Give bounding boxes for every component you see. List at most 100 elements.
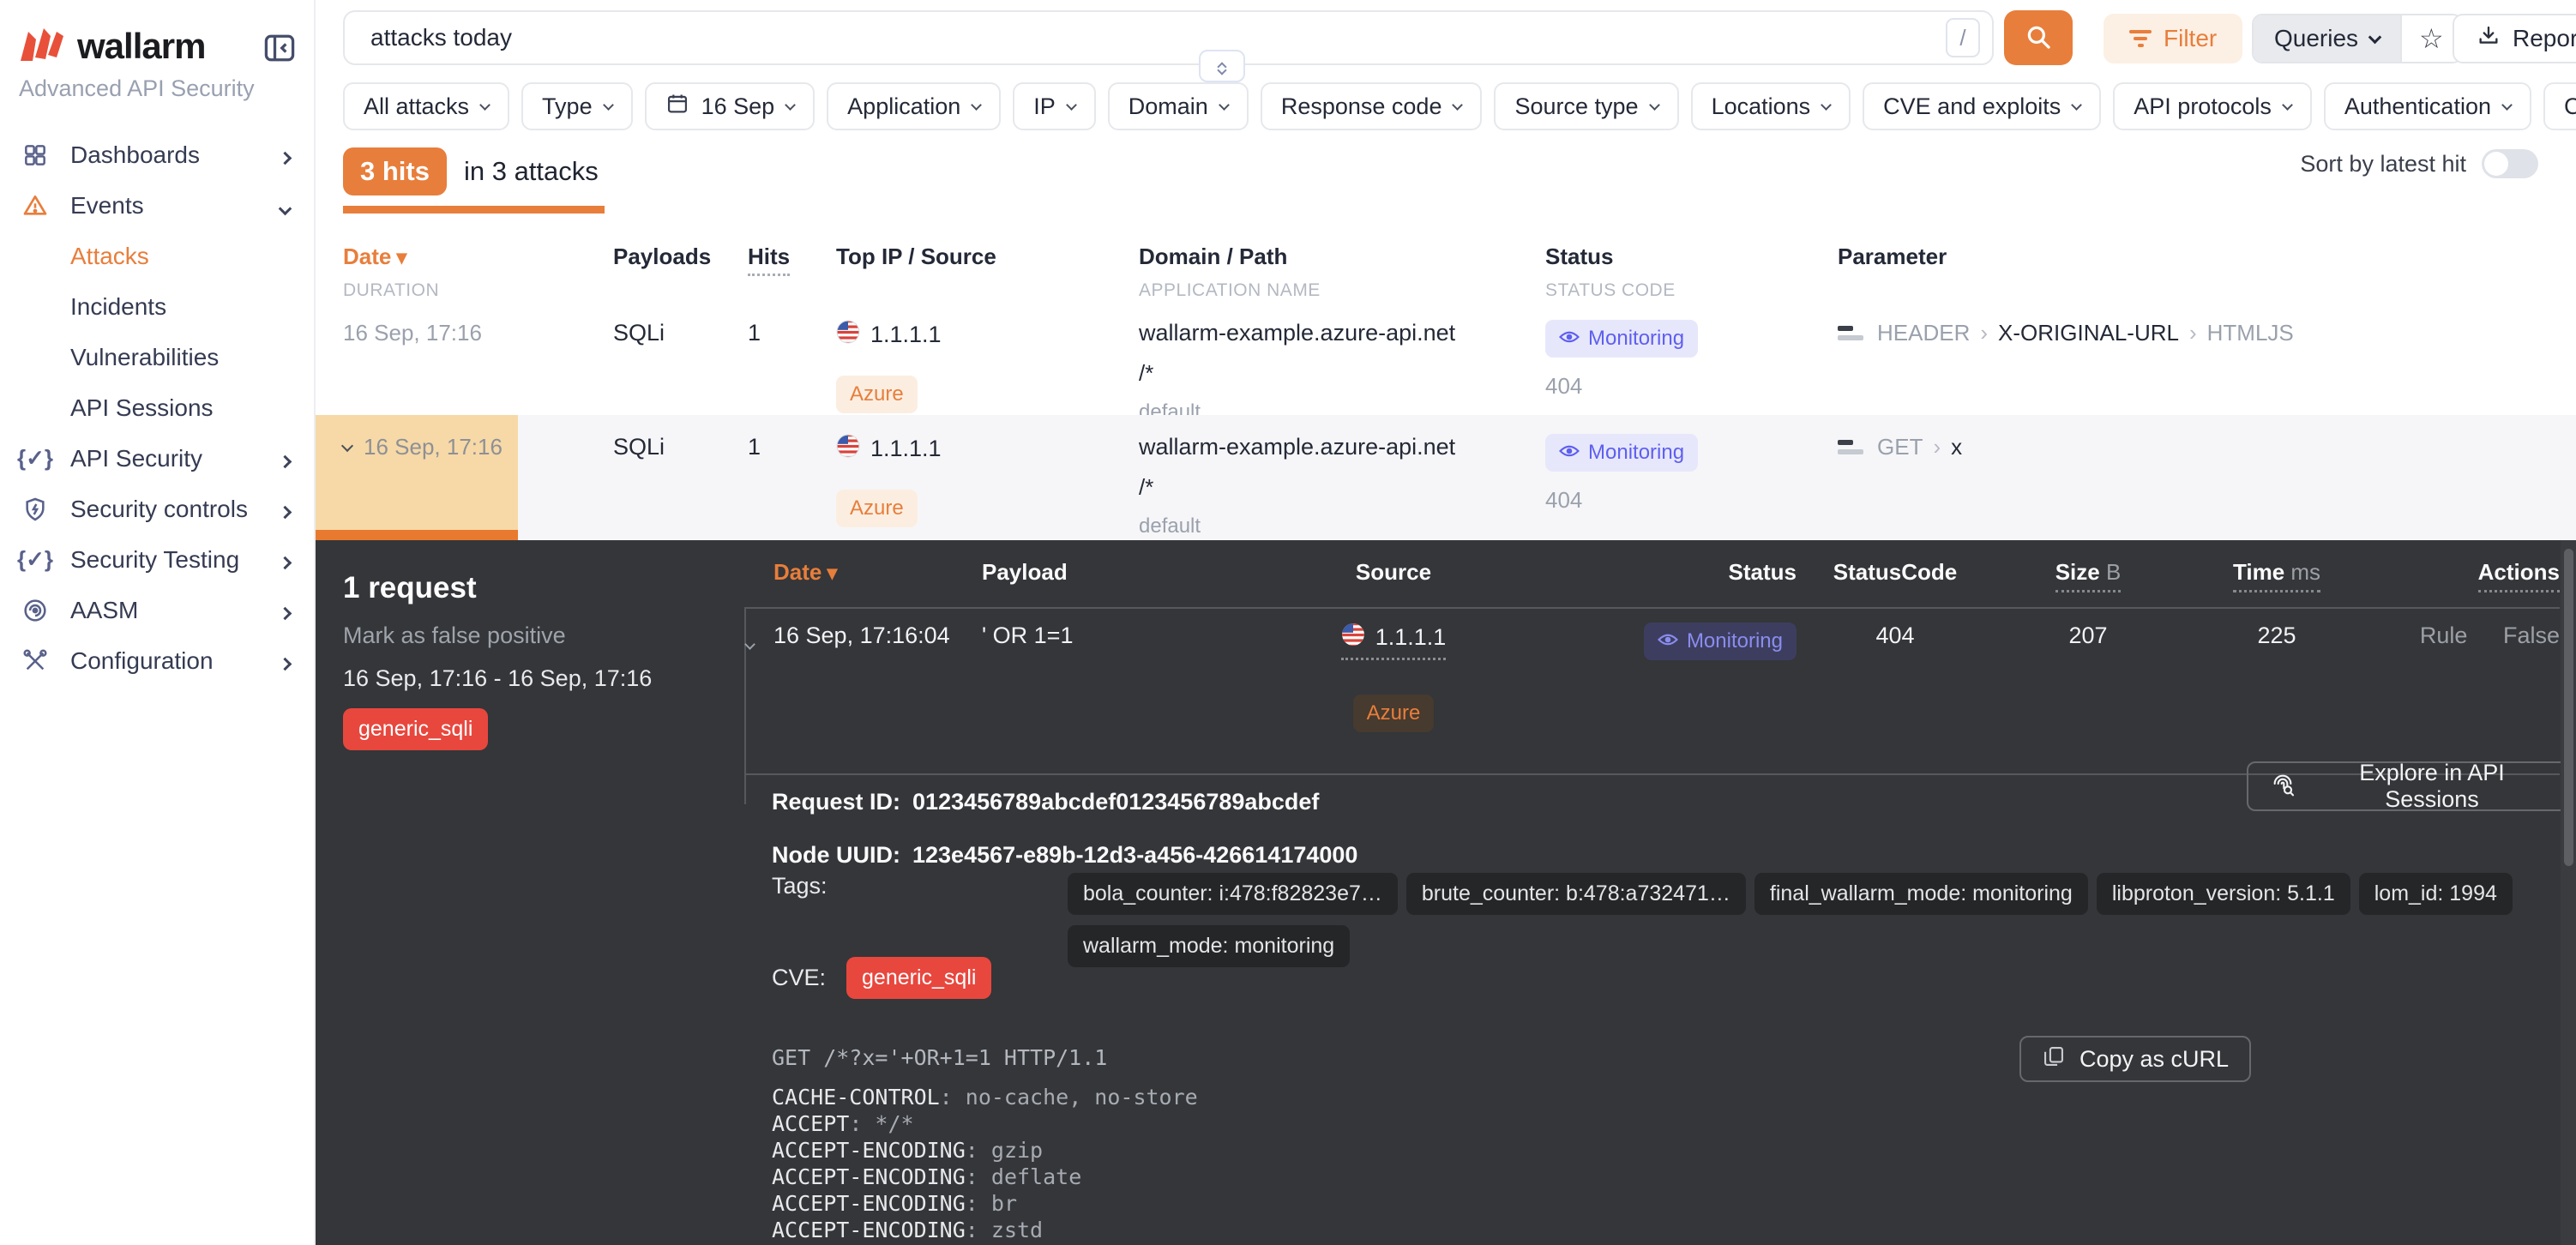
tag-badge: brute_counter: b:478:a732471… bbox=[1406, 873, 1746, 915]
chevron-down-icon[interactable] bbox=[341, 439, 353, 451]
param-location: GET bbox=[1877, 434, 1923, 460]
column-header-time[interactable]: Time ms bbox=[2233, 559, 2320, 592]
attack-ip[interactable]: 1.1.1.1 bbox=[870, 436, 942, 462]
sort-toggle[interactable] bbox=[2482, 149, 2538, 178]
filter-chip-domain[interactable]: Domain bbox=[1108, 82, 1249, 130]
filter-chip-compare-to[interactable]: Compare to... bbox=[2543, 82, 2576, 130]
topbar: / Filter Queries ☆ bbox=[316, 0, 2576, 79]
sidebar-item-configuration[interactable]: Configuration bbox=[0, 635, 314, 686]
attacks-table-header: Date▾ Payloads Hits Top IP / Source Doma… bbox=[316, 240, 2576, 301]
filter-chip-date[interactable]: 16 Sep bbox=[645, 82, 816, 130]
http-request-block: GET /*?x='+OR+1=1 HTTP/1.1 CACHE-CONTROL… bbox=[772, 1044, 1198, 1245]
filter-button[interactable]: Filter bbox=[2104, 14, 2242, 63]
http-header: ACCEPT-ENCODING: gzip bbox=[772, 1137, 1198, 1164]
attack-row[interactable]: 16 Sep, 17:16 SQLi 1 bbox=[316, 301, 2576, 415]
filter-chip-source-type[interactable]: Source type bbox=[1494, 82, 1678, 130]
column-header-size[interactable]: Size B bbox=[2055, 559, 2122, 592]
fingerprint-search-icon bbox=[2269, 770, 2296, 803]
node-uuid-value: 123e4567-e89b-12d3-a456-426614174000 bbox=[912, 842, 1357, 868]
eye-icon bbox=[1559, 441, 1580, 465]
sidebar-item-events[interactable]: Events bbox=[0, 180, 314, 231]
tag-badge: bola_counter: i:478:f82823e7… bbox=[1068, 873, 1398, 915]
sidebar-item-label: Vulnerabilities bbox=[70, 344, 219, 371]
search-button[interactable] bbox=[2004, 10, 2073, 65]
attack-ip[interactable]: 1.1.1.1 bbox=[870, 322, 942, 348]
scrollbar-thumb[interactable] bbox=[2564, 549, 2573, 866]
sidebar-item-security-testing[interactable]: {✓} Security Testing bbox=[0, 534, 314, 585]
sidebar-item-incidents[interactable]: Incidents bbox=[0, 281, 314, 332]
chevron-down-icon bbox=[2282, 99, 2293, 111]
queries-label: Queries bbox=[2274, 25, 2358, 52]
attack-date: 16 Sep, 17:16 bbox=[343, 320, 482, 346]
filter-chip-application[interactable]: Application bbox=[827, 82, 1001, 130]
tag-badge: libproton_version: 5.1.1 bbox=[2097, 873, 2350, 915]
filter-chip-type[interactable]: Type bbox=[521, 82, 633, 130]
http-header: ACCEPT: */* bbox=[772, 1110, 1198, 1137]
explore-api-sessions-button[interactable]: Explore in API Sessions bbox=[2247, 761, 2576, 811]
column-header-date[interactable]: Date▾ bbox=[773, 559, 837, 585]
request-row[interactable]: 16 Sep, 17:16:04 ' OR 1=1 bbox=[746, 622, 2560, 732]
attack-status-code: 404 bbox=[1545, 487, 1838, 514]
panel-scrollbar bbox=[2561, 540, 2576, 1245]
filters-expander[interactable] bbox=[1199, 50, 1245, 82]
chip-label: Response code bbox=[1281, 93, 1442, 120]
active-tab-indicator bbox=[343, 206, 605, 214]
filter-chip-locations[interactable]: Locations bbox=[1691, 82, 1851, 130]
chevron-down-icon bbox=[2368, 30, 2382, 44]
request-status-code: 404 bbox=[1797, 622, 1994, 649]
subheader-application-name: APPLICATION NAME bbox=[1139, 280, 1321, 300]
filter-chip-all-attacks[interactable]: All attacks bbox=[343, 82, 509, 130]
sidebar-item-security-controls[interactable]: Security controls bbox=[0, 484, 314, 534]
chevron-down-icon bbox=[603, 99, 614, 111]
attack-path: /* bbox=[1139, 360, 1545, 387]
action-rule-link[interactable]: Rule bbox=[2420, 622, 2468, 648]
request-source-ip[interactable]: 1.1.1.1 bbox=[1341, 622, 1447, 660]
action-false-link[interactable]: False bbox=[2503, 622, 2560, 648]
sidebar-item-label: Incidents bbox=[70, 293, 166, 321]
filter-chip-api-protocols[interactable]: API protocols bbox=[2113, 82, 2312, 130]
sidebar-item-api-security[interactable]: {✓} API Security bbox=[0, 433, 314, 484]
hits-tab[interactable]: 3 hits in 3 attacks bbox=[343, 147, 599, 195]
tag-badge: final_wallarm_mode: monitoring bbox=[1754, 873, 2088, 915]
attack-status-code: 404 bbox=[1545, 373, 1838, 400]
filter-chip-response-code[interactable]: Response code bbox=[1261, 82, 1483, 130]
explore-button-label: Explore in API Sessions bbox=[2310, 760, 2554, 813]
column-header-hits[interactable]: Hits bbox=[748, 244, 790, 276]
filter-chip-ip[interactable]: IP bbox=[1013, 82, 1096, 130]
report-dropdown[interactable]: Report bbox=[2453, 14, 2576, 63]
collapse-sidebar-button[interactable] bbox=[261, 29, 298, 67]
sidebar-item-attacks[interactable]: Attacks bbox=[0, 231, 314, 281]
request-id-line: Request ID:0123456789abcdef0123456789abc… bbox=[772, 789, 1319, 815]
attack-hits: 1 bbox=[748, 320, 836, 346]
sidebar-item-label: API Sessions bbox=[70, 394, 214, 422]
cve-section: CVE: generic_sqli bbox=[772, 957, 991, 999]
chevron-down-icon[interactable] bbox=[744, 639, 755, 650]
star-icon: ☆ bbox=[2419, 23, 2444, 54]
sidebar-item-api-sessions[interactable]: API Sessions bbox=[0, 382, 314, 433]
search-input[interactable] bbox=[345, 24, 1946, 51]
chevron-right-icon bbox=[280, 141, 290, 169]
filter-chip-authentication[interactable]: Authentication bbox=[2324, 82, 2531, 130]
attacks-count-text: in 3 attacks bbox=[464, 156, 599, 187]
column-header-actions[interactable]: Actions bbox=[2478, 559, 2560, 592]
filter-chip-cve[interactable]: CVE and exploits bbox=[1863, 82, 2101, 130]
sidebar-item-aasm[interactable]: AASM bbox=[0, 585, 314, 635]
queries-group: Queries ☆ bbox=[2252, 14, 2463, 63]
sidebar-item-dashboards[interactable]: Dashboards bbox=[0, 129, 314, 180]
chevron-down-icon bbox=[1219, 99, 1230, 111]
collapse-panel-icon bbox=[261, 57, 298, 69]
queries-dropdown[interactable]: Queries bbox=[2254, 15, 2400, 62]
mark-false-positive-link[interactable]: Mark as false positive bbox=[343, 622, 566, 649]
brand-name: wallarm bbox=[77, 26, 205, 67]
attack-application: default bbox=[1139, 514, 1545, 538]
shield-bolt-icon bbox=[19, 496, 51, 523]
braces-check-icon: {✓} bbox=[19, 546, 51, 573]
column-header-date[interactable]: Date▾ bbox=[343, 244, 406, 269]
attack-row-expanded[interactable]: 16 Sep, 17:16 SQLi 1 bbox=[316, 415, 2576, 544]
sidebar: wallarm Advanced API Security bbox=[0, 0, 316, 1245]
logo-row: wallarm bbox=[0, 0, 314, 67]
column-header-top-ip: Top IP / Source bbox=[836, 244, 996, 269]
sidebar-item-label: Configuration bbox=[70, 647, 214, 675]
sidebar-item-vulnerabilities[interactable]: Vulnerabilities bbox=[0, 332, 314, 382]
copy-as-curl-button[interactable]: Copy as cURL bbox=[2019, 1036, 2251, 1082]
